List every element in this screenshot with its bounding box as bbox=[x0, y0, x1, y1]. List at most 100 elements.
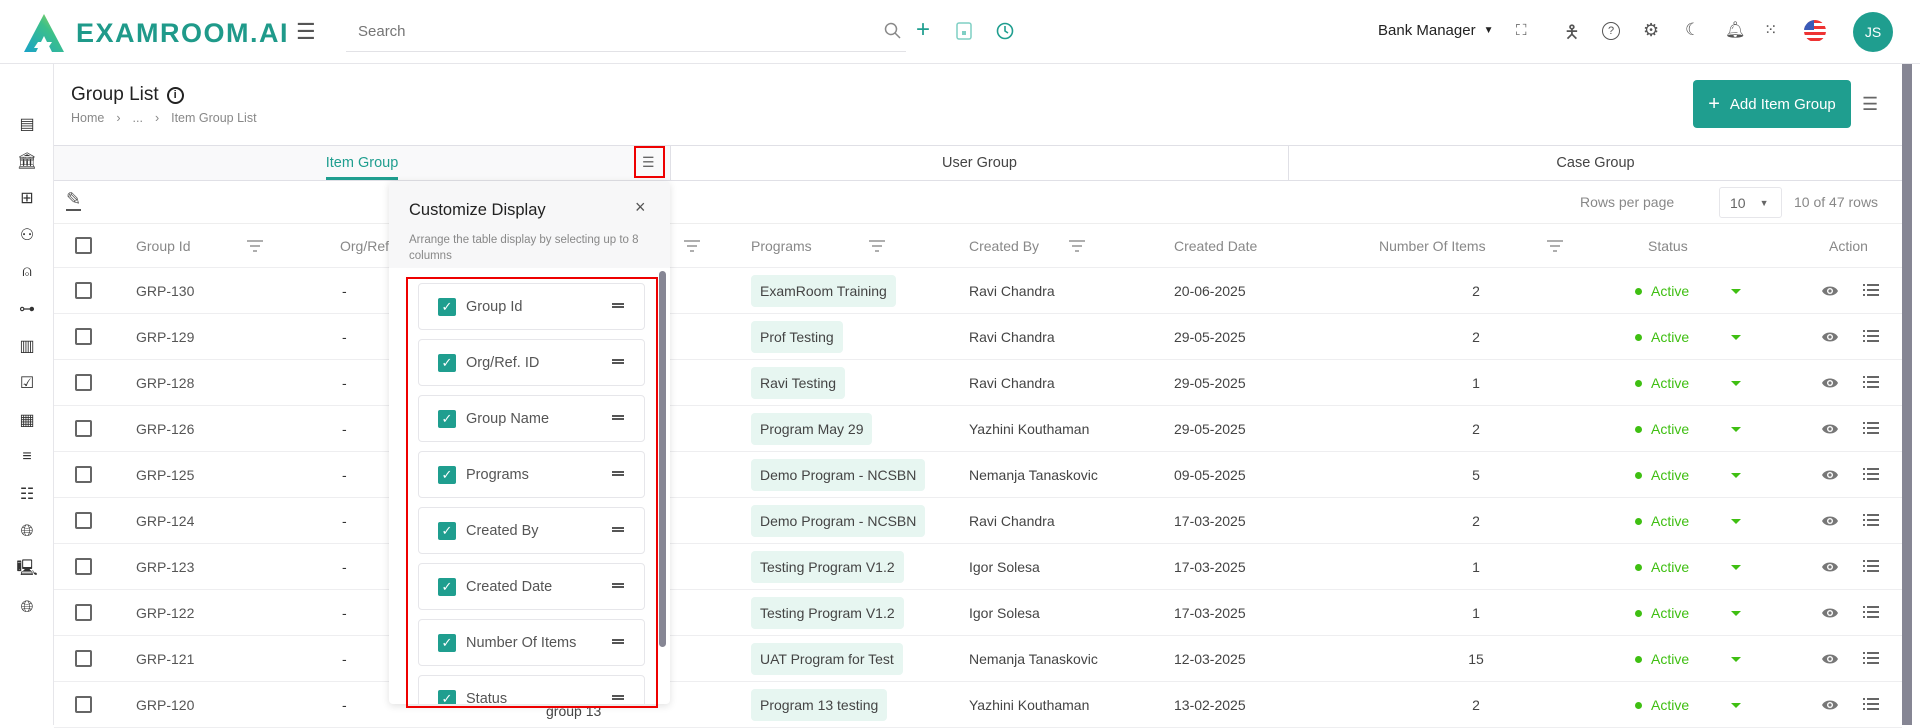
view-icon[interactable] bbox=[1821, 331, 1839, 343]
globe-settings-icon[interactable]: 🌐︎ bbox=[17, 522, 37, 542]
status-dropdown-icon[interactable] bbox=[1731, 289, 1741, 294]
role-selector[interactable]: Bank Manager ▼ bbox=[1378, 22, 1493, 39]
more-options-icon[interactable] bbox=[1863, 283, 1879, 297]
tab-case-group[interactable]: Case Group bbox=[1288, 146, 1902, 180]
rows-per-page-select[interactable]: 10 ▼ bbox=[1719, 187, 1782, 218]
more-options-icon[interactable] bbox=[1863, 375, 1879, 389]
row-checkbox[interactable] bbox=[75, 696, 92, 713]
view-icon[interactable] bbox=[1821, 423, 1839, 435]
column-group-id[interactable]: Group Id bbox=[136, 238, 190, 254]
page-scrollbar[interactable] bbox=[1902, 64, 1912, 725]
status-badge[interactable]: Active bbox=[1635, 467, 1689, 483]
view-icon[interactable] bbox=[1821, 699, 1839, 711]
row-checkbox[interactable] bbox=[75, 466, 92, 483]
row-checkbox[interactable] bbox=[75, 512, 92, 529]
status-badge[interactable]: Active bbox=[1635, 375, 1689, 391]
status-badge[interactable]: Active bbox=[1635, 513, 1689, 529]
user-icon[interactable]: ⍝ bbox=[17, 262, 37, 282]
status-dropdown-icon[interactable] bbox=[1731, 565, 1741, 570]
row-checkbox[interactable] bbox=[75, 374, 92, 391]
accessibility-icon[interactable]: 🯅 bbox=[1564, 20, 1580, 50]
more-options-icon[interactable] bbox=[1863, 467, 1879, 481]
filter-icon[interactable] bbox=[247, 240, 263, 252]
select-all-checkbox[interactable] bbox=[75, 237, 92, 254]
menu-icon[interactable]: ☰ bbox=[296, 19, 316, 45]
more-options-icon[interactable] bbox=[1863, 421, 1879, 435]
search-input[interactable] bbox=[346, 12, 866, 50]
help-icon[interactable]: ? bbox=[1602, 22, 1620, 40]
add-icon[interactable]: + bbox=[916, 16, 930, 44]
status-dropdown-icon[interactable] bbox=[1731, 519, 1741, 524]
status-badge[interactable]: Active bbox=[1635, 559, 1689, 575]
row-checkbox[interactable] bbox=[75, 558, 92, 575]
status-badge[interactable]: Active bbox=[1635, 697, 1689, 713]
search-icon[interactable] bbox=[884, 22, 902, 40]
column-status[interactable]: Status bbox=[1648, 238, 1688, 254]
add-item-group-button[interactable]: + Add Item Group bbox=[1693, 80, 1851, 128]
tab-item-group[interactable]: Item Group ☰ bbox=[54, 146, 670, 180]
status-dropdown-icon[interactable] bbox=[1731, 335, 1741, 340]
filter-icon[interactable] bbox=[869, 240, 885, 252]
list-view-icon[interactable]: ☰ bbox=[1862, 94, 1878, 115]
computer-icon[interactable]: 🖳 bbox=[16, 560, 37, 580]
view-icon[interactable] bbox=[1821, 377, 1839, 389]
row-checkbox[interactable] bbox=[75, 282, 92, 299]
view-icon[interactable] bbox=[1821, 653, 1839, 665]
status-badge[interactable]: Active bbox=[1635, 283, 1689, 299]
more-options-icon[interactable] bbox=[1863, 513, 1879, 527]
more-options-icon[interactable] bbox=[1863, 559, 1879, 573]
language-flag-icon[interactable] bbox=[1804, 20, 1826, 42]
view-icon[interactable] bbox=[1821, 515, 1839, 527]
edit-icon[interactable]: ✎ bbox=[66, 189, 82, 211]
status-badge[interactable]: Active bbox=[1635, 421, 1689, 437]
avatar[interactable]: JS bbox=[1853, 12, 1893, 52]
more-options-icon[interactable] bbox=[1863, 651, 1879, 665]
row-checkbox[interactable] bbox=[75, 604, 92, 621]
dark-mode-icon[interactable]: ☾ bbox=[1685, 20, 1700, 40]
fullscreen-icon[interactable]: ⛶ bbox=[1516, 22, 1527, 39]
status-badge[interactable]: Active bbox=[1635, 605, 1689, 621]
status-dropdown-icon[interactable] bbox=[1731, 473, 1741, 478]
list-icon[interactable]: ☷ bbox=[17, 484, 37, 504]
view-icon[interactable] bbox=[1821, 469, 1839, 481]
form-icon[interactable]: ▥ bbox=[17, 336, 37, 356]
more-options-icon[interactable] bbox=[1863, 697, 1879, 711]
status-dropdown-icon[interactable] bbox=[1731, 657, 1741, 662]
add-item-icon[interactable]: ⊞ bbox=[17, 188, 37, 208]
status-badge[interactable]: Active bbox=[1635, 651, 1689, 667]
apps-grid-icon[interactable]: ⁙ bbox=[1764, 20, 1777, 40]
notification-bell-icon[interactable]: 🔔︎ bbox=[1725, 20, 1745, 40]
row-checkbox[interactable] bbox=[75, 650, 92, 667]
tab-user-group[interactable]: User Group bbox=[670, 146, 1288, 180]
column-created-date[interactable]: Created Date bbox=[1174, 238, 1257, 254]
user-settings-icon[interactable]: ⚇ bbox=[17, 225, 37, 245]
status-badge[interactable]: Active bbox=[1635, 329, 1689, 345]
dashboard-icon[interactable]: ▤ bbox=[17, 114, 37, 134]
save-icon[interactable] bbox=[956, 22, 972, 40]
settings-icon[interactable]: ⚙ bbox=[1643, 20, 1659, 41]
report-icon[interactable]: ▦ bbox=[17, 410, 37, 430]
more-options-icon[interactable] bbox=[1863, 605, 1879, 619]
breadcrumb-home[interactable]: Home bbox=[71, 111, 104, 125]
history-icon[interactable] bbox=[995, 21, 1015, 41]
view-icon[interactable] bbox=[1821, 607, 1839, 619]
status-dropdown-icon[interactable] bbox=[1731, 703, 1741, 708]
column-created-by[interactable]: Created By bbox=[969, 238, 1039, 254]
view-icon[interactable] bbox=[1821, 285, 1839, 297]
filter-icon[interactable] bbox=[1069, 240, 1085, 252]
more-options-icon[interactable] bbox=[1863, 329, 1879, 343]
row-checkbox[interactable] bbox=[75, 328, 92, 345]
row-checkbox[interactable] bbox=[75, 420, 92, 437]
bank-icon[interactable]: 🏛︎ bbox=[17, 151, 37, 171]
status-dropdown-icon[interactable] bbox=[1731, 611, 1741, 616]
column-org-ref[interactable]: Org/Ref bbox=[340, 238, 389, 254]
popup-scrollbar[interactable] bbox=[659, 271, 666, 647]
clipboard-check-icon[interactable]: ☑ bbox=[17, 373, 37, 393]
close-icon[interactable]: × bbox=[635, 197, 646, 218]
globe-icon[interactable]: 🌐︎ bbox=[17, 598, 37, 618]
logo[interactable]: EXAMROOM.AI bbox=[22, 12, 289, 54]
collapse-menu-icon[interactable]: ≡ bbox=[17, 447, 37, 467]
column-number-of-items[interactable]: Number Of Items bbox=[1379, 238, 1486, 254]
hierarchy-icon[interactable]: ⊶ bbox=[17, 299, 37, 319]
status-dropdown-icon[interactable] bbox=[1731, 427, 1741, 432]
